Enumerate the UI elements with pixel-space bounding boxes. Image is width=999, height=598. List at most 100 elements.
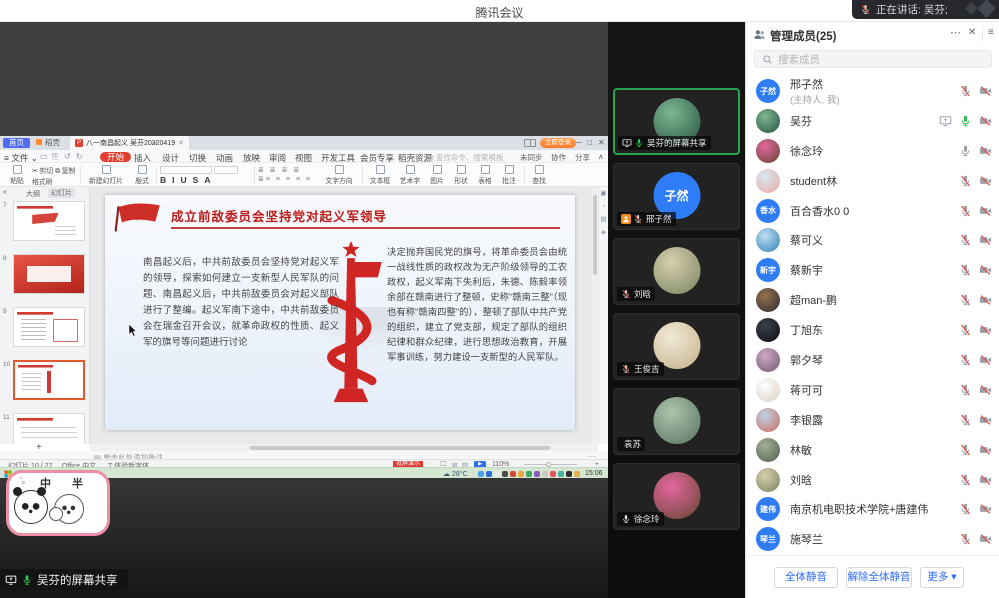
top-action[interactable]: 分享 xyxy=(575,152,590,163)
tray-icon[interactable] xyxy=(526,471,532,477)
unmute-all-button[interactable]: 解除全体静音 xyxy=(846,567,912,588)
tray-icon[interactable] xyxy=(494,471,500,477)
video-tile[interactable]: 吴芬的屏幕共享 xyxy=(613,88,740,155)
zoom-slider[interactable] xyxy=(524,464,577,465)
ppt-file-icon: P xyxy=(75,139,83,147)
minimize-button[interactable]: ─ xyxy=(576,138,582,147)
format-letter[interactable]: U xyxy=(181,175,187,185)
layout-menu-button[interactable]: ≡ xyxy=(988,27,994,38)
member-row[interactable]: 徐念玲 xyxy=(746,136,999,166)
undo-icon[interactable]: ↺ xyxy=(64,152,71,161)
top-action[interactable]: 未同步 xyxy=(520,152,543,163)
font-name-select[interactable] xyxy=(160,166,212,174)
login-button[interactable]: 立即登录 xyxy=(540,138,576,148)
tray-icon[interactable] xyxy=(566,471,572,477)
layout-button[interactable]: 版式 xyxy=(130,165,154,185)
clipboard-group[interactable]: ✂ 剪切 ⧉ 复制 格式刷 xyxy=(32,165,78,186)
table-button[interactable]: 表格 xyxy=(474,165,496,185)
maximize-button[interactable]: □ xyxy=(587,138,592,147)
format-letter[interactable]: B xyxy=(160,175,166,185)
tray-icon[interactable] xyxy=(478,471,484,477)
close-button[interactable]: ✕ xyxy=(598,138,605,147)
format-letter[interactable]: I xyxy=(172,175,174,185)
more-button[interactable]: 更多 ▾ xyxy=(920,567,964,588)
member-row[interactable]: 超man-鹏 xyxy=(746,285,999,315)
font-format-group[interactable]: BIUSA xyxy=(160,175,250,185)
tray-icon[interactable] xyxy=(534,471,540,477)
split-view-icon[interactable] xyxy=(524,139,536,147)
weather-temp[interactable]: ☁ 28°C xyxy=(443,470,468,478)
new-slide-button[interactable]: 新建幻灯片 xyxy=(84,165,128,185)
slide-thumbnail[interactable]: 9 xyxy=(0,307,90,347)
member-row[interactable]: 林敏 xyxy=(746,435,999,465)
collapse-panel-icon[interactable]: « xyxy=(3,189,7,196)
member-row[interactable]: 李银露 xyxy=(746,405,999,435)
text-direction-button[interactable]: 文字方向 xyxy=(320,165,358,185)
member-row[interactable]: 新宇 蔡新宇 xyxy=(746,255,999,285)
paste-button[interactable]: 粘贴 xyxy=(4,165,30,185)
member-row[interactable]: 刘晗 xyxy=(746,465,999,495)
mic-muted-icon xyxy=(959,234,972,247)
slide-thumbnail[interactable]: 10 xyxy=(0,360,90,400)
member-row[interactable]: 蔡可义 xyxy=(746,225,999,255)
tray-icon[interactable] xyxy=(510,471,516,477)
wps-side-rail[interactable]: ▣◔▤◈ xyxy=(598,187,608,444)
member-row[interactable]: 子然 邢子然 (主持人, 我) xyxy=(746,76,999,106)
member-row[interactable]: 蒋可可 xyxy=(746,375,999,405)
panel-close-button[interactable]: ✕ xyxy=(968,27,976,38)
tray-icon[interactable] xyxy=(486,471,492,477)
collapse-ribbon-icon[interactable]: ∧ xyxy=(598,152,604,161)
wps-store-tab[interactable]: 稻壳 xyxy=(36,138,60,148)
member-row[interactable]: 丁旭东 xyxy=(746,315,999,345)
tab-slides[interactable]: 幻灯片 xyxy=(48,188,75,198)
save-icon[interactable]: ▭ xyxy=(40,152,48,161)
search-input[interactable]: 搜索成员 xyxy=(754,50,992,68)
tray-icon[interactable] xyxy=(518,471,524,477)
video-tile[interactable]: 徐念玲 xyxy=(613,463,740,530)
notes-bar[interactable]: ▤ 单击此处添加备注 ⋯ xyxy=(0,451,608,459)
picture-button[interactable]: 图片 xyxy=(426,165,448,185)
current-slide[interactable]: 成立前敌委员会坚持党对起义军领导 南昌起义后，中共前敌委员会坚持党对起义军的领导… xyxy=(105,195,575,430)
tray-icon[interactable] xyxy=(574,471,580,477)
member-row[interactable]: 吴芬 xyxy=(746,106,999,136)
mute-all-button[interactable]: 全体静音 xyxy=(774,567,838,588)
tray-icon[interactable] xyxy=(502,471,508,477)
new-tab-button[interactable]: + xyxy=(152,138,157,148)
print-icon[interactable]: ⎘ xyxy=(52,152,58,162)
cam-muted-icon xyxy=(979,503,992,516)
shape-button[interactable]: 形状 xyxy=(450,165,472,185)
top-action[interactable]: 协作 xyxy=(551,152,566,163)
member-row[interactable]: 郭夕琴 xyxy=(746,345,999,375)
slide-thumbnail[interactable]: 11 xyxy=(0,413,90,444)
tray-icon[interactable] xyxy=(558,471,564,477)
paragraph-group[interactable]: ≣ ≣ ≣ ≣ ≣≡ ≡ ≡ ≡ ≡ xyxy=(258,165,318,183)
tray-icon[interactable] xyxy=(542,471,548,477)
member-row[interactable]: 琴兰 施琴兰 xyxy=(746,524,999,554)
close-tab-icon[interactable]: ✕ xyxy=(178,139,184,147)
format-letter[interactable]: S xyxy=(193,175,199,185)
menu-item[interactable]: 开始 xyxy=(100,152,131,162)
tray-icon[interactable] xyxy=(550,471,556,477)
video-tile[interactable]: 袁苏 xyxy=(613,388,740,455)
find-button[interactable]: 查找 xyxy=(528,165,550,185)
format-letter[interactable]: A xyxy=(204,175,210,185)
video-tile[interactable]: 王俊吉 xyxy=(613,313,740,380)
word-art-button[interactable]: 艺术字 xyxy=(396,165,424,185)
comment-button[interactable]: 批注 xyxy=(498,165,520,185)
slide-thumbnail[interactable]: 7 xyxy=(0,201,90,241)
text-box-button[interactable]: 文本框 xyxy=(366,165,394,185)
horizontal-scrollbar[interactable] xyxy=(90,444,598,451)
video-tile[interactable]: 子然 邢子然 xyxy=(613,163,740,230)
slide-thumbnail[interactable]: 8 xyxy=(0,254,90,294)
wps-document-tab[interactable]: P 八一南昌起义 吴芬20220419 ✕ xyxy=(70,136,189,150)
member-row[interactable]: 香水 百合香水0 0 xyxy=(746,196,999,226)
redo-icon[interactable]: ↻ xyxy=(76,152,83,161)
member-row[interactable]: 建伟 南京机电职技术学院+唐建伟 xyxy=(746,494,999,524)
tab-outline[interactable]: 大纲 xyxy=(26,189,40,199)
panel-more-button[interactable]: ⋯ xyxy=(950,26,961,39)
member-row[interactable]: student林 xyxy=(746,166,999,196)
wps-home-tab[interactable]: 首页 xyxy=(3,138,30,148)
command-search[interactable]: Q 查找命令、搜索模板 xyxy=(428,152,503,163)
video-tile[interactable]: 刘晗 xyxy=(613,238,740,305)
font-size-select[interactable] xyxy=(214,166,238,174)
